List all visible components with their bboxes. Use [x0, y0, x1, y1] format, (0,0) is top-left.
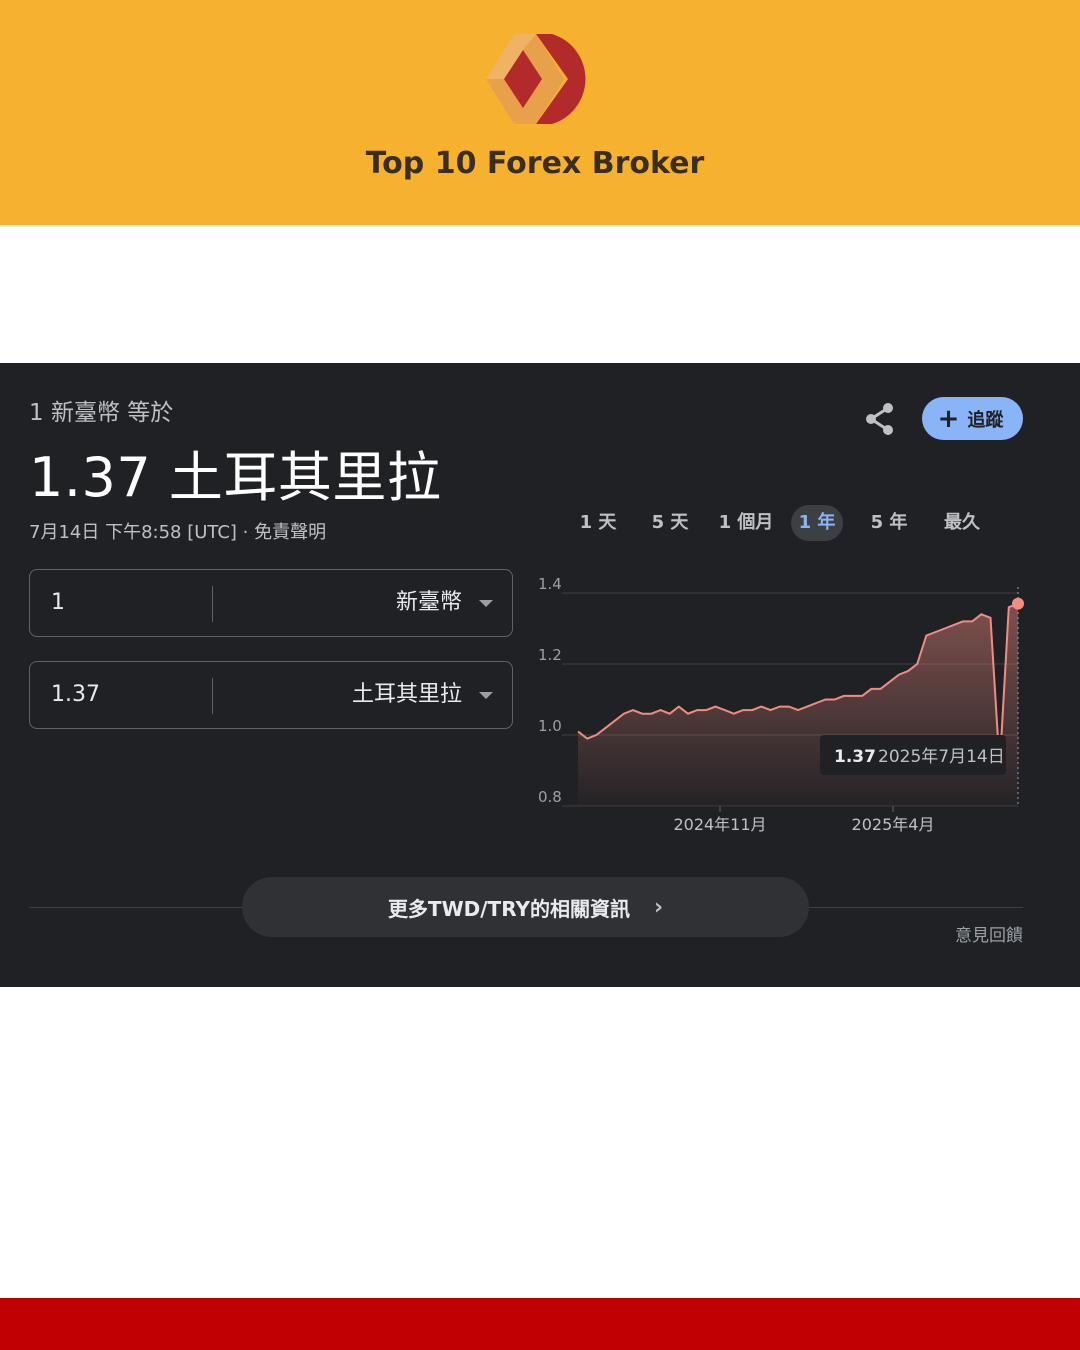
chart-y-tick-label: 1.2: [538, 646, 562, 664]
range-tab-1d[interactable]: 1 天: [568, 505, 628, 541]
chart-x-tick-label: 2024年11月: [673, 815, 766, 834]
track-button[interactable]: + 追蹤: [922, 397, 1023, 440]
chart-tooltip: 1.37 2025年7月14日: [820, 735, 1006, 775]
from-currency-select[interactable]: 新臺幣: [396, 570, 462, 636]
range-tab-5y[interactable]: 5 年: [859, 505, 919, 541]
conversion-result: 1.37 土耳其里拉: [29, 446, 442, 509]
range-tab-1m[interactable]: 1 個月: [710, 505, 782, 541]
from-amount-input[interactable]: 1: [51, 570, 65, 636]
to-currency-field[interactable]: 1.37 土耳其里拉: [29, 661, 513, 729]
exchange-rate-chart[interactable]: 0.8 1.0 1.2 1.4 2024年11月 2025年4月 1.37 2025年7月…: [530, 573, 1050, 853]
footer-bar: [0, 1298, 1080, 1350]
chevron-right-icon: ›: [653, 894, 664, 920]
brand-banner: Top 10 Forex Broker: [0, 0, 1080, 225]
chart-y-tick-label: 1.4: [538, 575, 562, 593]
field-divider: [212, 586, 213, 622]
track-button-label: 追蹤: [967, 409, 1004, 431]
chart-y-tick-label: 0.8: [538, 788, 562, 806]
conversion-timestamp[interactable]: 7月14日 下午8:58 [UTC] · 免責聲明: [29, 518, 326, 544]
time-range-tabs: 1 天 5 天 1 個月 1 年 5 年 最久: [568, 505, 1008, 543]
conversion-subtitle: 1 新臺幣 等於: [29, 400, 174, 426]
more-info-button[interactable]: 更多TWD/TRY的相關資訊 ›: [242, 877, 809, 937]
range-tab-max[interactable]: 最久: [932, 505, 992, 541]
section-divider: [809, 907, 1023, 908]
brand-title: Top 10 Forex Broker: [365, 146, 705, 181]
more-info-label: 更多TWD/TRY的相關資訊: [387, 896, 630, 921]
plus-icon: +: [937, 403, 960, 434]
chart-x-tick-label: 2025年4月: [852, 815, 935, 834]
chevron-down-icon[interactable]: [479, 600, 493, 607]
field-divider: [212, 678, 213, 714]
tooltip-date: 2025年7月14日: [878, 747, 1005, 767]
chart-area-fill: [578, 603, 1018, 806]
chart-y-tick-label: 1.0: [538, 717, 562, 735]
feedback-link[interactable]: 意見回饋: [955, 921, 1023, 946]
chart-current-point: [1012, 597, 1024, 610]
from-currency-field[interactable]: 1 新臺幣: [29, 569, 513, 637]
range-tab-5d[interactable]: 5 天: [640, 505, 700, 541]
tooltip-value: 1.37: [834, 747, 876, 767]
chevron-down-icon[interactable]: [479, 692, 493, 699]
to-currency-select[interactable]: 土耳其里拉: [352, 662, 462, 728]
share-icon[interactable]: [860, 399, 900, 439]
range-tab-1y[interactable]: 1 年: [791, 505, 843, 541]
to-amount-input[interactable]: 1.37: [51, 662, 100, 728]
brand-logo-icon: [486, 34, 586, 124]
currency-converter-widget: 1 新臺幣 等於 1.37 土耳其里拉 7月14日 下午8:58 [UTC] ·…: [0, 363, 1080, 987]
section-divider: [29, 907, 242, 908]
